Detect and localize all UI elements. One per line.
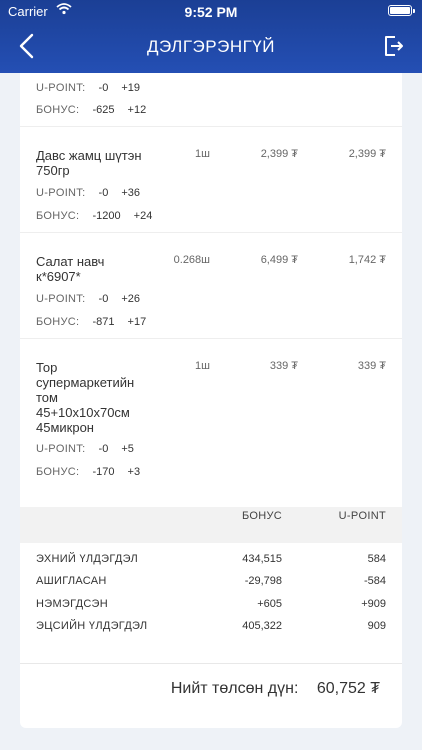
upoint-row: U-POINT: -0 +26	[36, 293, 140, 305]
upoint-earned: +19	[121, 82, 141, 94]
product-price: 6,499 ₮	[260, 254, 298, 266]
divider	[20, 663, 402, 664]
bonus-row: БОНУС: -625 +12	[36, 104, 146, 116]
grand-total-amount: 60,752 ₮	[316, 680, 380, 697]
bonus-row: БОНУС: -170 +3	[36, 466, 140, 478]
summary-row-upoint: 584	[367, 553, 386, 565]
summary-col-upoint: U-POINT	[338, 510, 386, 522]
bonus-earned: +3	[127, 466, 141, 478]
bonus-row: БОНУС: -1200 +24	[36, 210, 152, 222]
bonus-row: БОНУС: -871 +17	[36, 316, 146, 328]
summary-row-label: ЭХНИЙ ҮЛДЭГДЭЛ	[36, 553, 139, 565]
summary-row-bonus: +605	[257, 598, 282, 610]
summary-row-upoint: 909	[367, 620, 386, 632]
product-total: 1,742 ₮	[348, 254, 386, 266]
grand-total: Нийт төлсөн дүн: 60,752 ₮	[171, 680, 380, 698]
upoint-row: U-POINT: -0 +19	[36, 82, 140, 94]
summary-row-upoint: -584	[363, 575, 386, 587]
summary-row-upoint: +909	[361, 598, 386, 610]
product-total: 2,399 ₮	[348, 148, 386, 160]
summary-col-bonus: БОНУС	[241, 510, 282, 522]
summary-row-label: НЭМЭГДСЭН	[36, 598, 108, 610]
upoint-label: U-POINT:	[36, 443, 86, 455]
receipt-item[interactable]: Салат навч к*6907* 0.268ш 6,499 ₮ 1,742 …	[20, 233, 402, 339]
top-bar: Carrier 9:52 PM ДЭЛГЭРЭНГҮЙ	[0, 0, 422, 73]
bonus-earned: +24	[133, 210, 153, 222]
upoint-earned: +5	[121, 443, 134, 455]
status-bar: Carrier 9:52 PM	[0, 0, 422, 22]
summary-row-label: АШИГЛАСАН	[36, 575, 107, 587]
product-price: 339 ₮	[269, 360, 298, 372]
upoint-used: -0	[98, 443, 109, 455]
product-qty: 0.268ш	[173, 254, 210, 266]
upoint-earned: +26	[121, 293, 141, 305]
receipt-item[interactable]: Тор супермаркетийн том 45+10x10x70см 45м…	[20, 339, 402, 487]
bonus-used: -871	[92, 316, 115, 328]
bonus-label: БОНУС:	[36, 466, 80, 478]
upoint-label: U-POINT:	[36, 82, 86, 94]
product-name: Салат навч к*6907*	[36, 254, 105, 284]
product-name: Тор супермаркетийн том 45+10x10x70см 45м…	[36, 360, 135, 435]
bonus-earned: +12	[127, 104, 147, 116]
logout-button[interactable]	[382, 34, 406, 58]
bonus-label: БОНУС:	[36, 104, 80, 116]
summary-row-bonus: -29,798	[244, 575, 282, 587]
summary-row-bonus: 405,322	[242, 620, 282, 632]
upoint-used: -0	[98, 82, 109, 94]
bonus-label: БОНУС:	[36, 210, 80, 222]
status-time: 9:52 PM	[184, 4, 238, 20]
upoint-label: U-POINT:	[36, 187, 86, 199]
product-price: 2,399 ₮	[260, 148, 298, 160]
grand-total-label: Нийт төлсөн дүн:	[170, 680, 299, 697]
bonus-label: БОНУС:	[36, 316, 80, 328]
bonus-used: -1200	[92, 210, 121, 222]
summary-header: БОНУС U-POINT	[20, 507, 402, 543]
bonus-earned: +17	[127, 316, 147, 328]
product-name: Давс жамц шүтэн 750гр	[36, 148, 142, 178]
logout-icon	[385, 36, 403, 56]
product-qty: 1ш	[195, 148, 210, 160]
product-total: 339 ₮	[357, 360, 386, 372]
page-title: ДЭЛГЭРЭНГҮЙ	[147, 37, 275, 56]
upoint-used: -0	[98, 293, 109, 305]
upoint-used: -0	[98, 187, 109, 199]
upoint-label: U-POINT:	[36, 293, 86, 305]
battery-icon	[388, 5, 415, 16]
product-qty: 1ш	[195, 360, 210, 372]
bonus-used: -625	[92, 104, 115, 116]
receipt-card: U-POINT: -0 +19 БОНУС: -625 +12 Давс жам…	[20, 73, 402, 728]
upoint-row: U-POINT: -0 +36	[36, 187, 140, 199]
summary-row-bonus: 434,515	[242, 553, 282, 565]
bonus-used: -170	[92, 466, 115, 478]
summary-row-label: ЭЦСИЙН ҮЛДЭГДЭЛ	[36, 620, 148, 632]
upoint-row: U-POINT: -0 +5	[36, 443, 134, 455]
upoint-earned: +36	[121, 187, 141, 199]
receipt-item: U-POINT: -0 +19 БОНУС: -625 +12	[20, 73, 402, 127]
receipt-item[interactable]: Давс жамц шүтэн 750гр 1ш 2,399 ₮ 2,399 ₮…	[20, 127, 402, 233]
